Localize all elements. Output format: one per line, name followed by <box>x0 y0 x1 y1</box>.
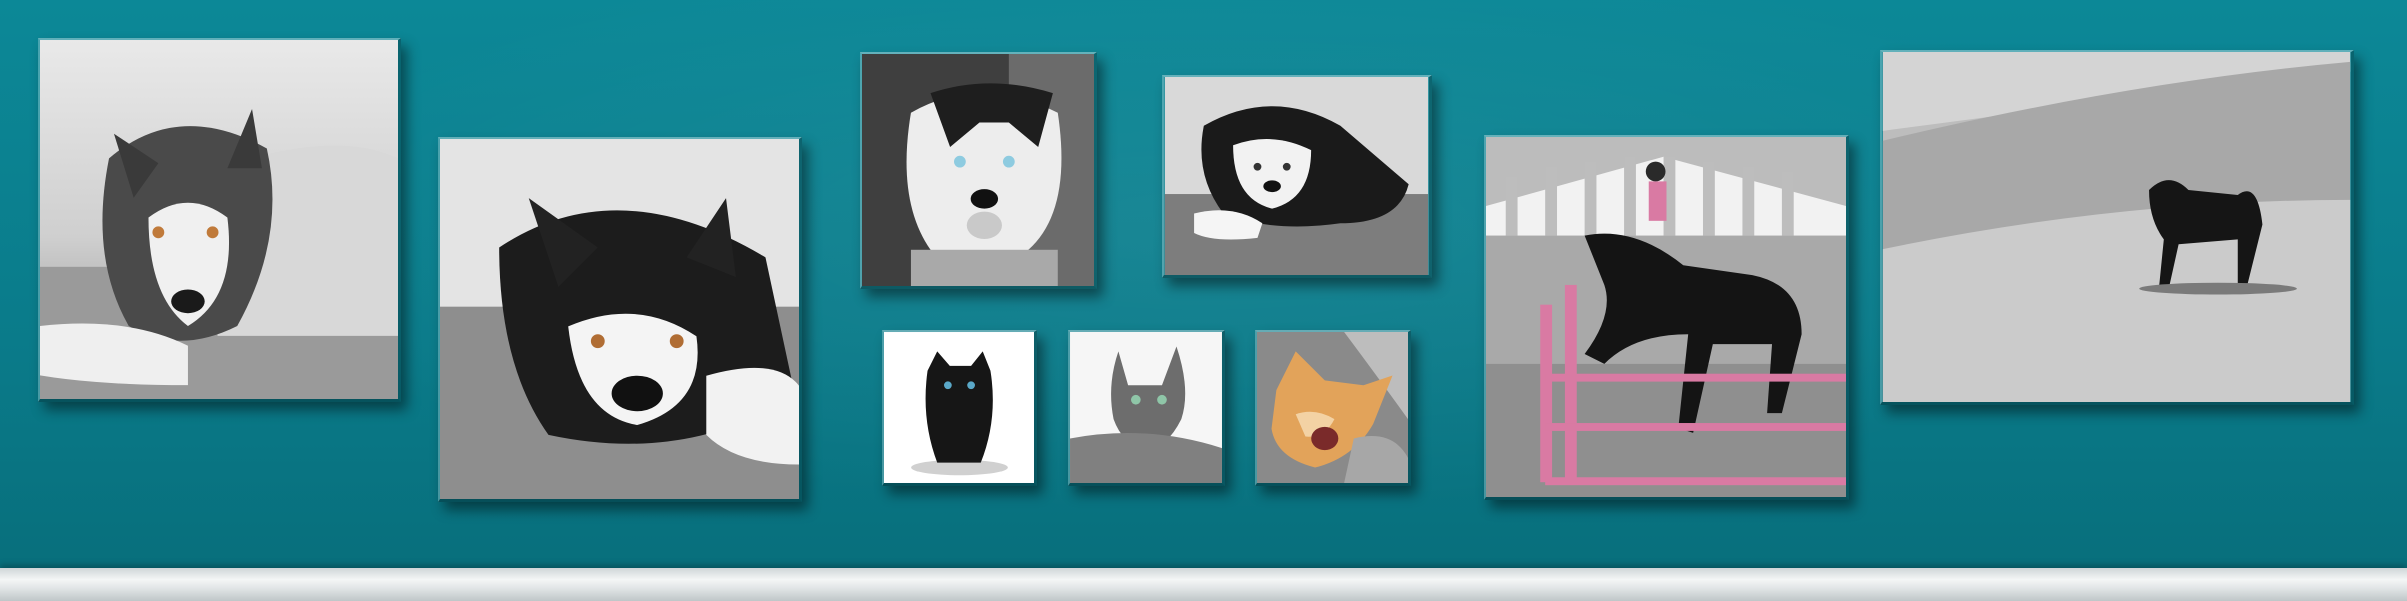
canvas-husky-puppy[interactable] <box>1162 75 1432 278</box>
canvas-gray-cat[interactable] <box>1068 330 1225 486</box>
canvas-malamute-lying[interactable] <box>438 137 802 502</box>
canvas-orange-kitten[interactable] <box>1255 330 1411 486</box>
canvas-husky-blue-eyes[interactable] <box>860 52 1097 289</box>
husky-puppy-photo <box>1164 77 1429 275</box>
black-kitten-photo <box>884 332 1034 483</box>
canvas-horse-jumper[interactable] <box>1484 135 1849 500</box>
dog-on-dunes-photo <box>1882 52 2351 402</box>
canvas-black-kitten[interactable] <box>882 330 1037 486</box>
white-baseboard <box>0 568 2407 601</box>
canvas-husky-lying[interactable] <box>38 38 401 402</box>
husky-lying-photo <box>40 40 398 399</box>
husky-blue-eyes-photo <box>862 54 1094 286</box>
malamute-lying-photo <box>440 139 799 499</box>
orange-kitten-photo <box>1257 332 1408 483</box>
horse-jumper-photo <box>1486 137 1846 497</box>
canvas-dog-on-dunes[interactable] <box>1880 50 2354 405</box>
gray-cat-photo <box>1070 332 1222 483</box>
